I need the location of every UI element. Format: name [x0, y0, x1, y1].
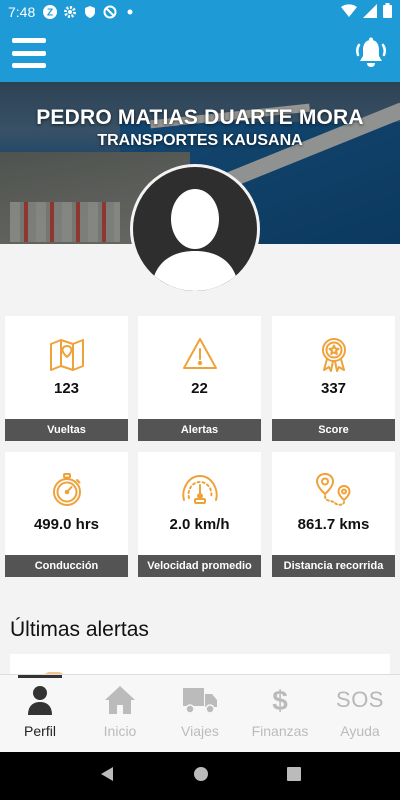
stat-value: 2.0 km/h: [169, 516, 230, 533]
stat-label: Velocidad promedio: [138, 555, 261, 577]
sos-icon-text: SOS: [336, 687, 384, 712]
sos-icon: SOS: [336, 685, 384, 715]
z-app-icon: Z: [43, 5, 58, 19]
person-icon: [28, 685, 52, 715]
hamburger-menu-icon[interactable]: [12, 38, 46, 68]
avatar[interactable]: [130, 164, 260, 294]
stat-value: 499.0 hrs: [33, 516, 100, 533]
nav-item-inicio[interactable]: Inicio: [80, 675, 160, 752]
stat-label: Vueltas: [5, 419, 128, 441]
app-bar: [0, 24, 400, 82]
stat-card-vueltas: 123 Vueltas: [5, 316, 128, 441]
nav-label: Perfil: [24, 723, 56, 739]
map-icon: [5, 336, 128, 372]
nav-item-ayuda[interactable]: SOS Ayuda: [320, 675, 400, 752]
home-icon: [104, 685, 136, 715]
stat-card-conduccion: 499.0 hrs Conducción: [5, 452, 128, 577]
stat-label: Conducción: [5, 555, 128, 577]
stat-value: 22: [191, 380, 208, 397]
badge-star-icon: [272, 336, 395, 372]
stat-card-distancia: 861.7 kms Distancia recorrida: [272, 452, 395, 577]
shield-icon: [83, 5, 97, 19]
nav-label: Ayuda: [340, 723, 380, 739]
svg-text:Z: Z: [47, 8, 53, 19]
route-pin-icon: [272, 472, 395, 508]
stopwatch-icon: [5, 472, 128, 508]
stat-card-velocidad: 2.0 km/h Velocidad promedio: [138, 452, 261, 577]
stat-value: 861.7 kms: [297, 516, 370, 533]
nav-label: Viajes: [181, 723, 219, 739]
stat-value: 337: [320, 380, 347, 397]
alerts-section-title: Últimas alertas: [10, 618, 149, 641]
back-icon[interactable]: [99, 766, 115, 787]
nav-item-finanzas[interactable]: $ Finanzas: [240, 675, 320, 752]
speedometer-icon: [138, 472, 261, 508]
no-sync-icon: [103, 5, 117, 19]
warning-icon: [138, 336, 261, 372]
svg-text:$: $: [272, 685, 288, 715]
nav-label: Inicio: [103, 723, 137, 739]
bottom-nav: Perfil Inicio Viajes $ Finanzas SOS Ayud…: [0, 674, 400, 752]
bell-icon[interactable]: [354, 36, 388, 70]
nav-label: Finanzas: [251, 723, 309, 739]
driver-name: PEDRO MATIAS DUARTE MORA: [36, 106, 364, 129]
status-time: 7:48: [8, 4, 36, 20]
status-bar: 7:48 Z: [0, 0, 400, 24]
stat-label: Alertas: [138, 419, 261, 441]
stat-label: Score: [272, 419, 395, 441]
signal-icon: [363, 3, 377, 21]
dot-icon: [123, 5, 137, 19]
gear-icon: [63, 5, 77, 19]
stat-card-score: 337 Score: [272, 316, 395, 441]
nav-item-viajes[interactable]: Viajes: [160, 675, 240, 752]
battery-icon: [383, 3, 392, 21]
stat-value: 123: [53, 380, 80, 397]
nav-item-perfil[interactable]: Perfil: [0, 675, 80, 752]
company-name: TRANSPORTES KAUSANA: [97, 132, 303, 149]
stat-card-alertas: 22 Alertas: [138, 316, 261, 441]
dollar-icon: $: [270, 685, 290, 715]
home-circle-icon[interactable]: [193, 766, 209, 787]
stat-label: Distancia recorrida: [272, 555, 395, 577]
system-nav-bar: [0, 752, 400, 800]
truck-icon: [183, 685, 217, 715]
wifi-icon: [341, 3, 357, 21]
recents-icon[interactable]: [287, 766, 301, 786]
